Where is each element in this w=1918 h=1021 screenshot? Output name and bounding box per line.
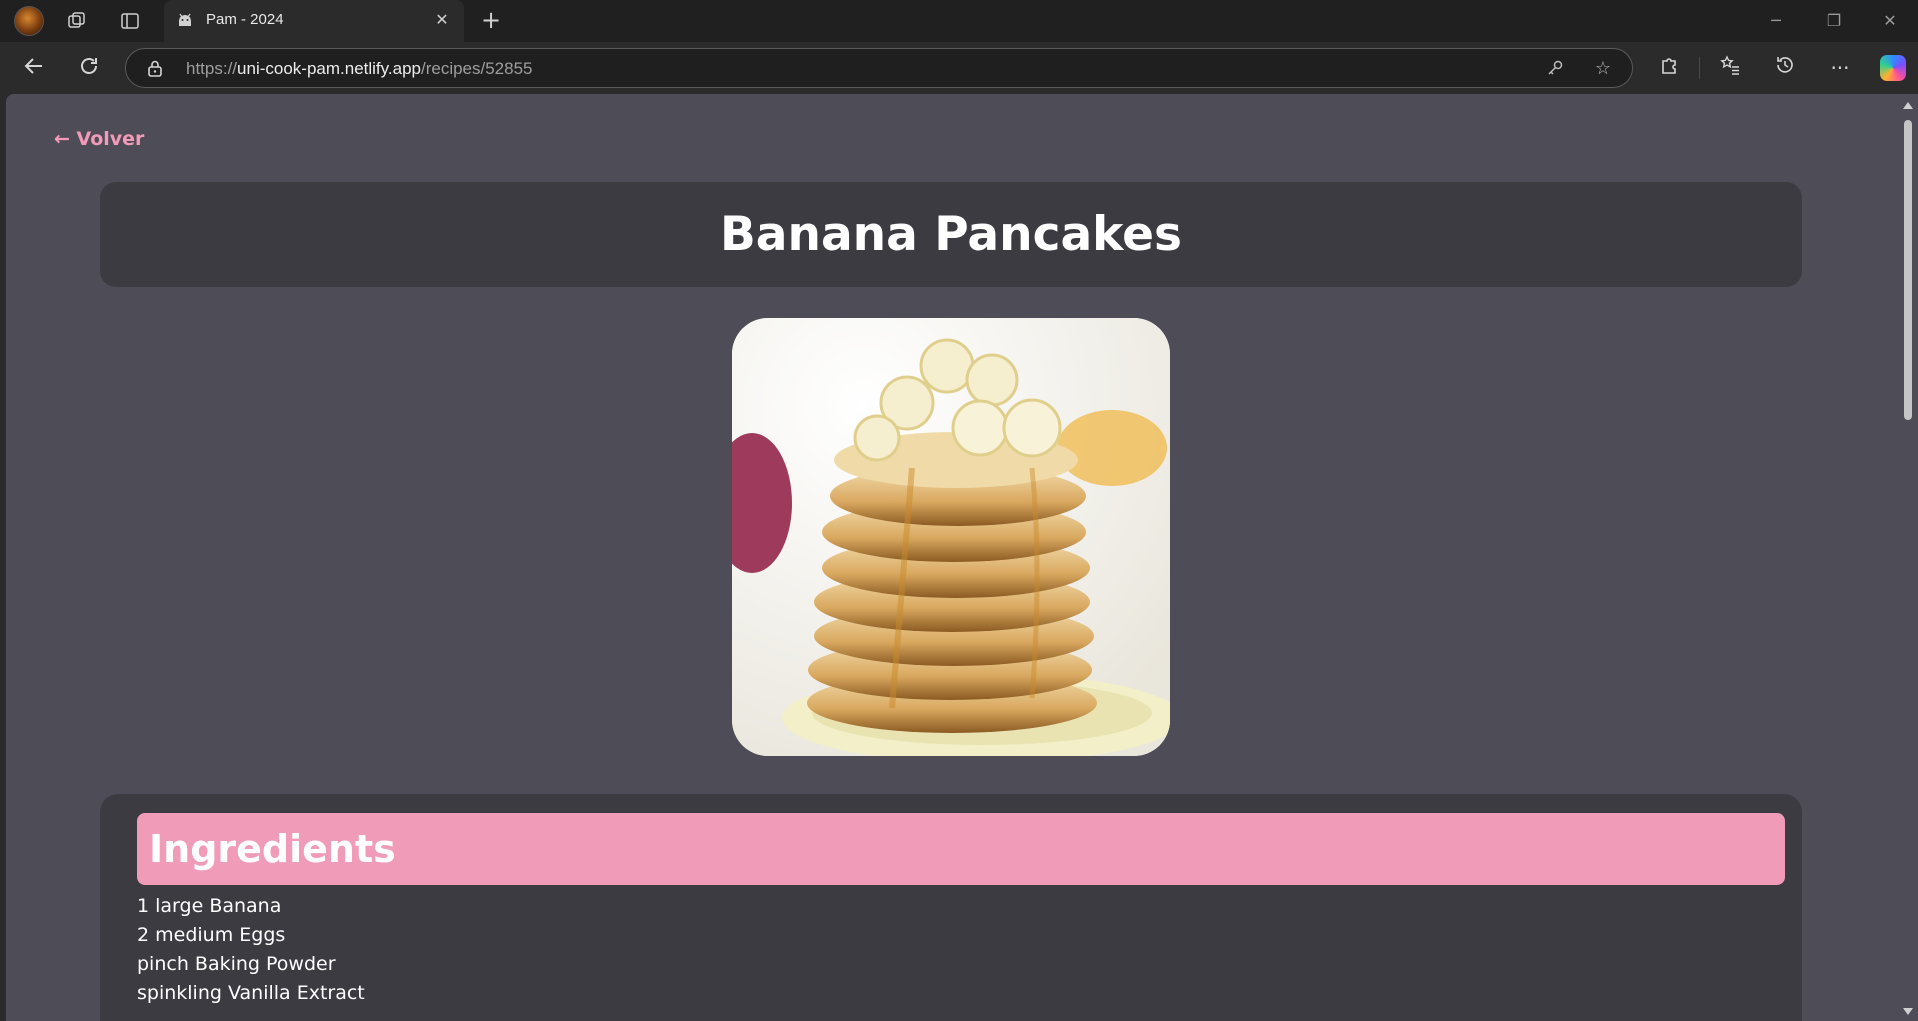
copilot-icon[interactable] <box>1880 55 1906 81</box>
ingredients-heading: Ingredients <box>149 827 396 871</box>
restore-icon[interactable]: ❐ <box>1814 8 1854 34</box>
page-scrollbar[interactable] <box>1898 94 1918 1021</box>
browser-toolbar: https://uni-cook-pam.netlify.app/recipes… <box>0 42 1918 94</box>
close-window-icon[interactable]: ✕ <box>1870 8 1910 34</box>
list-item: 2 medium Eggs <box>137 924 286 946</box>
recipe-image <box>732 318 1170 756</box>
ingredients-list: 1 large Banana 2 medium Eggs pinch Bakin… <box>137 892 365 1008</box>
tab-title: Pam - 2024 <box>206 11 284 28</box>
reload-icon[interactable] <box>75 54 103 82</box>
browser-window: Pam - 2024 ✕ + ─ ❐ ✕ https://uni-cook-pa… <box>0 0 1918 1021</box>
more-options-icon[interactable]: ··· <box>1826 54 1854 82</box>
active-tab[interactable]: Pam - 2024 ✕ <box>164 0 464 42</box>
vertical-tabs-icon[interactable] <box>117 8 143 34</box>
url-path: /recipes/52855 <box>420 59 533 78</box>
scroll-up-icon[interactable] <box>1903 102 1913 109</box>
ingredients-header: Ingredients <box>137 813 1785 885</box>
list-item: pinch Baking Powder <box>137 953 336 975</box>
history-icon[interactable] <box>1771 54 1799 82</box>
lock-icon[interactable] <box>146 59 164 77</box>
scroll-down-icon[interactable] <box>1903 1008 1913 1015</box>
new-tab-icon[interactable]: + <box>478 8 504 34</box>
workspaces-icon[interactable] <box>64 8 90 34</box>
close-tab-icon[interactable]: ✕ <box>432 10 452 30</box>
scrollbar-thumb[interactable] <box>1904 120 1912 420</box>
favorite-star-icon[interactable]: ☆ <box>1592 58 1614 80</box>
back-arrow-icon[interactable] <box>20 54 48 82</box>
android-icon <box>176 12 194 30</box>
url-text[interactable]: https://uni-cook-pam.netlify.app/recipes… <box>186 59 533 79</box>
toolbar-divider <box>1699 57 1700 79</box>
address-bar[interactable]: https://uni-cook-pam.netlify.app/recipes… <box>125 48 1633 88</box>
recipe-title-card: Banana Pancakes <box>100 182 1802 287</box>
recipe-title: Banana Pancakes <box>719 207 1183 262</box>
tab-strip: Pam - 2024 ✕ + ─ ❐ ✕ <box>0 0 1918 42</box>
minimize-icon[interactable]: ─ <box>1756 8 1796 34</box>
page-viewport: ← Volver Banana Pancakes Ingredients 1 l… <box>6 94 1898 1021</box>
key-icon[interactable] <box>1544 58 1566 80</box>
back-link[interactable]: ← Volver <box>54 128 144 150</box>
ingredients-card: Ingredients 1 large Banana 2 medium Eggs… <box>100 794 1802 1021</box>
url-host: uni-cook-pam.netlify.app <box>237 59 421 78</box>
favorites-icon[interactable] <box>1716 54 1744 82</box>
url-scheme: https:// <box>186 59 238 78</box>
profile-avatar[interactable] <box>14 6 44 36</box>
list-item: 1 large Banana <box>137 895 282 917</box>
extensions-icon[interactable] <box>1656 54 1684 82</box>
list-item: spinkling Vanilla Extract <box>137 982 365 1004</box>
